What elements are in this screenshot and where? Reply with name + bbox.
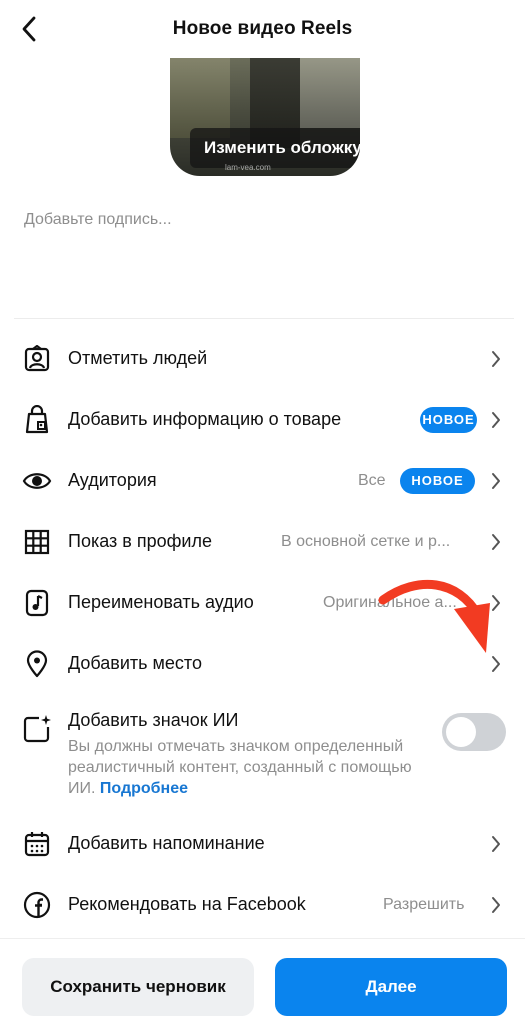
chevron-right-icon	[487, 472, 505, 490]
option-ai-label: Добавить значок ИИ Вы должны отмечать зн…	[0, 700, 525, 810]
cover-scene	[300, 58, 360, 128]
top-bar: Новое видео Reels	[0, 0, 525, 58]
option-recommend-facebook[interactable]: Рекомендовать на Facebook Разрешить	[0, 874, 525, 935]
option-label: Добавить место	[68, 653, 202, 673]
divider	[14, 318, 514, 319]
cover-preview[interactable]: Изменить обложку lam-vea.com	[170, 58, 360, 176]
next-button[interactable]: Далее	[275, 958, 507, 1016]
option-label: Добавить напоминание	[68, 833, 265, 853]
option-product-info[interactable]: Добавить информацию о товаре НОВОЕ	[0, 389, 525, 450]
back-icon[interactable]	[14, 14, 44, 44]
chevron-right-icon	[487, 350, 505, 368]
option-label: Показ в профиле	[68, 531, 212, 551]
chevron-right-icon	[487, 896, 505, 914]
ai-label-toggle[interactable]	[442, 713, 506, 751]
option-value: Разрешить	[383, 895, 465, 913]
chevron-right-icon	[487, 411, 505, 429]
facebook-icon	[22, 890, 52, 920]
new-badge: НОВОЕ	[420, 406, 477, 433]
save-draft-button[interactable]: Сохранить черновик	[22, 958, 254, 1016]
learn-more-link[interactable]: Подробнее	[100, 780, 188, 797]
option-add-reminder[interactable]: Добавить напоминание	[0, 813, 525, 874]
option-label: Рекомендовать на Facebook	[68, 894, 306, 914]
option-tag-people[interactable]: Отметить людей	[0, 328, 525, 389]
chevron-right-icon	[487, 835, 505, 853]
option-show-in-profile[interactable]: Показ в профиле В основной сетке и р...	[0, 511, 525, 572]
caption-input[interactable]: Добавьте подпись...	[24, 211, 172, 229]
grid-icon	[22, 527, 52, 557]
location-pin-icon	[22, 649, 52, 679]
edit-cover-button[interactable]: Изменить обложку	[190, 128, 360, 168]
annotation-arrow-icon	[378, 579, 490, 653]
divider	[0, 938, 525, 939]
option-label: Добавить информацию о товаре	[68, 409, 342, 429]
calendar-icon	[22, 829, 52, 859]
option-label: Отметить людей	[68, 348, 208, 368]
page-title: Новое видео Reels	[172, 18, 353, 39]
product-tag-icon	[22, 404, 52, 435]
toggle-knob	[446, 717, 476, 747]
new-badge: НОВОЕ	[400, 467, 475, 494]
ai-label-description: Вы должны отмечать значком определенный …	[68, 736, 428, 799]
tag-people-icon	[22, 344, 52, 374]
option-label: Добавить значок ИИ	[68, 710, 239, 730]
option-value: Все	[358, 471, 386, 489]
ai-label-icon	[22, 714, 52, 744]
option-label: Переименовать аудио	[68, 592, 254, 612]
audio-icon	[22, 588, 52, 618]
cover-scene	[170, 58, 230, 138]
cover-watermark: lam-vea.com	[225, 163, 271, 172]
chevron-right-icon	[487, 533, 505, 551]
option-audience[interactable]: Аудитория Все НОВОЕ	[0, 450, 525, 511]
option-label: Аудитория	[68, 470, 157, 490]
audience-icon	[22, 466, 52, 496]
option-value: В основной сетке и р...	[281, 532, 451, 550]
